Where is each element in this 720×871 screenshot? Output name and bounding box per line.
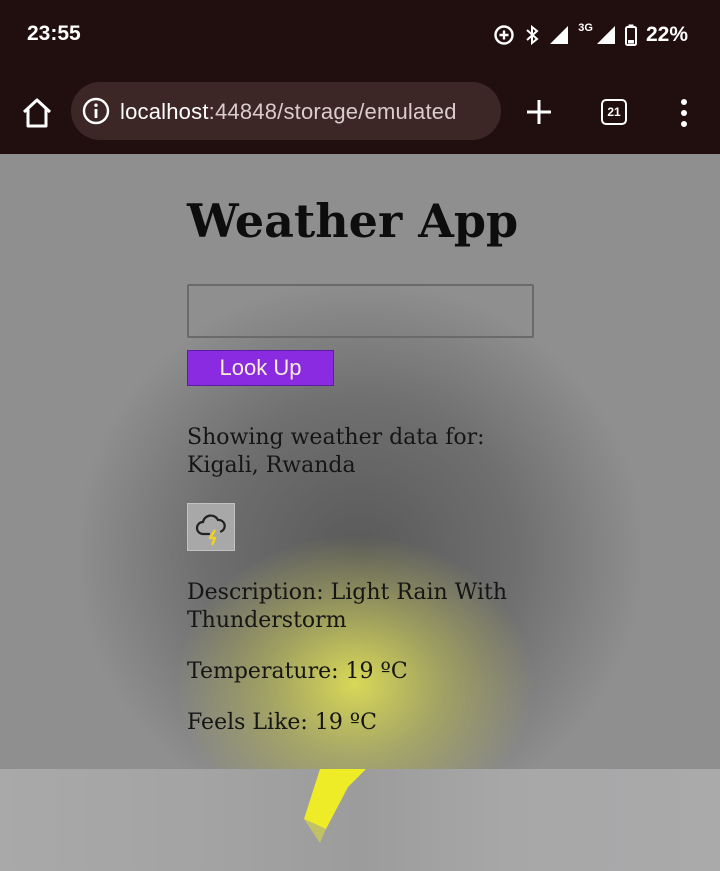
web-page: Weather App Look Up Showing weather data… [0, 154, 720, 871]
app-title: Weather App [187, 194, 519, 248]
status-time: 23:55 [27, 22, 81, 45]
look-up-button[interactable]: Look Up [187, 350, 334, 386]
plus-icon[interactable] [525, 98, 553, 126]
weather-description: Description: Light Rain With Thunderstor… [187, 580, 507, 633]
status-bar: 23:55 3G 22% [0, 0, 720, 72]
showing-location-text: Showing weather data for: Kigali, Rwanda [187, 425, 485, 478]
bluetooth-icon [526, 24, 539, 46]
cloud-lightning-icon [195, 514, 226, 546]
url-host: localhost [120, 99, 209, 124]
battery-percent: 22% [645, 23, 688, 46]
feels-like-text: Feels Like: 19 ºC [187, 710, 377, 735]
city-search-input[interactable] [187, 284, 534, 338]
battery-icon [624, 24, 637, 46]
more-vert-icon[interactable] [676, 98, 692, 128]
address-bar[interactable]: localhost:44848/storage/emulated [71, 82, 501, 140]
network-type-label: 3G [578, 22, 593, 34]
signal-icon [550, 26, 569, 44]
url-path: :44848/storage/emulated [208, 99, 457, 124]
tab-switcher-button[interactable]: 21 [601, 99, 627, 125]
lightning-bolt-background [304, 769, 366, 843]
home-icon[interactable] [20, 96, 54, 130]
status-icons: 3G 22% [493, 20, 688, 50]
info-icon[interactable] [82, 97, 110, 125]
signal-3g-icon [596, 26, 615, 44]
url-text[interactable]: localhost:44848/storage/emulated [120, 99, 491, 125]
temperature-text: Temperature: 19 ºC [187, 659, 408, 684]
browser-toolbar: localhost:44848/storage/emulated 21 [0, 72, 720, 154]
weather-icon-image [187, 503, 235, 551]
data-saver-icon [494, 25, 514, 45]
